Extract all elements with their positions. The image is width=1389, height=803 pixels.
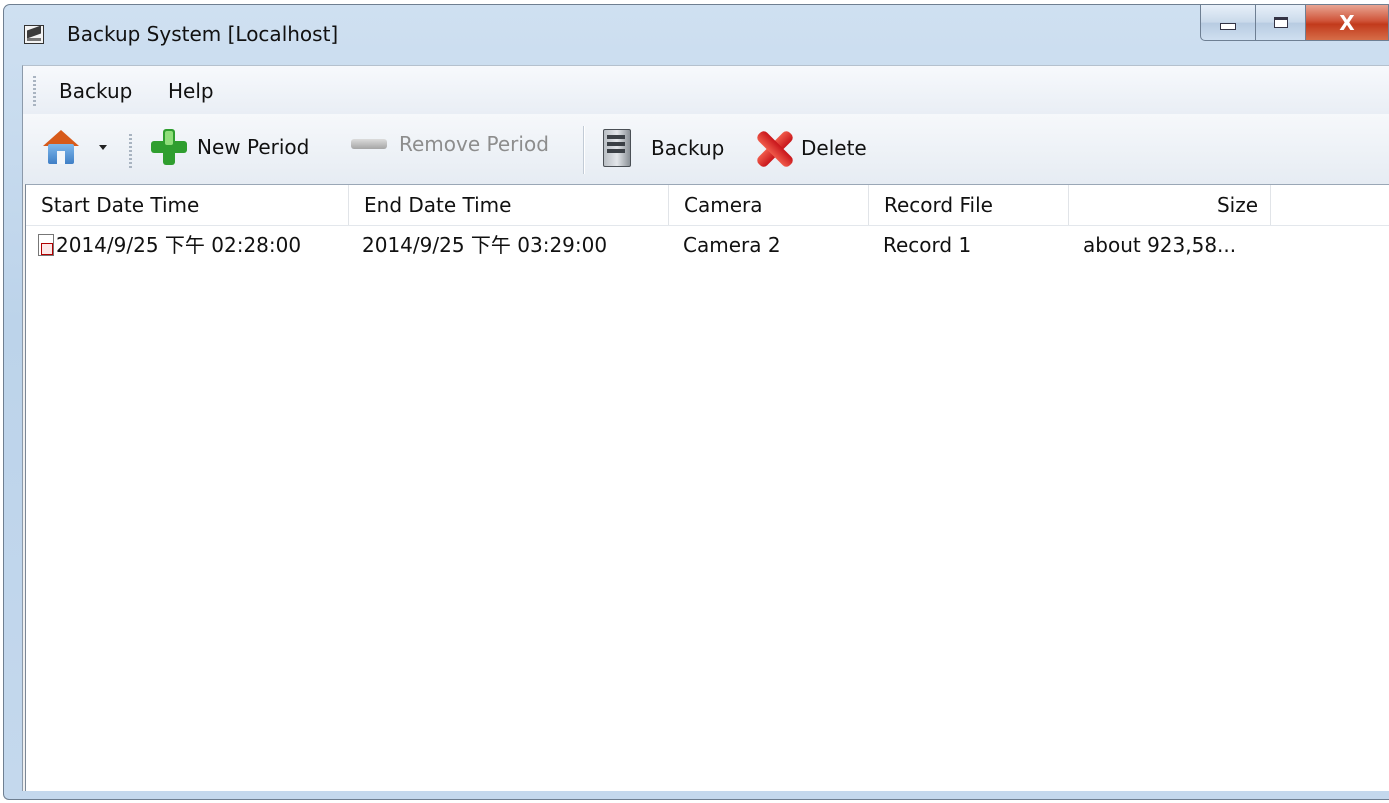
video-camera-icon[interactable] <box>24 25 44 44</box>
house-icon <box>43 130 79 164</box>
backup-period-list[interactable]: Start Date Time End Date Time Camera Rec… <box>25 184 1389 791</box>
client-area: Backup Help New Period Remove Period Bac… <box>22 65 1389 791</box>
maximize-button[interactable] <box>1256 5 1306 41</box>
new-period-button[interactable]: New Period <box>149 129 309 165</box>
chevron-down-icon <box>99 144 107 150</box>
title-bar[interactable]: Backup System [Localhost] X <box>4 5 1389 65</box>
column-header-record-file[interactable]: Record File <box>869 185 1069 225</box>
window-title: Backup System [Localhost] <box>67 22 339 46</box>
cell-camera: Camera 2 <box>683 233 781 257</box>
home-dropdown-button[interactable] <box>43 130 107 164</box>
cell-end-date-time: 2014/9/25 下午 03:29:00 <box>362 233 608 257</box>
caption-buttons: X <box>1200 5 1389 43</box>
column-header-size[interactable]: Size <box>1069 185 1271 225</box>
remove-period-label: Remove Period <box>399 132 549 156</box>
close-button[interactable]: X <box>1306 5 1389 41</box>
list-header: Start Date Time End Date Time Camera Rec… <box>26 185 1389 226</box>
menu-bar: Backup Help <box>23 66 1389 114</box>
column-header-end-date-time[interactable]: End Date Time <box>349 185 669 225</box>
record-file-icon <box>38 234 54 256</box>
backup-label: Backup <box>651 136 725 160</box>
plus-icon <box>149 129 189 165</box>
red-x-icon <box>751 129 795 169</box>
column-header-camera[interactable]: Camera <box>669 185 869 225</box>
cell-start-date-time: 2014/9/25 下午 02:28:00 <box>56 233 302 257</box>
delete-button[interactable]: Delete <box>751 129 867 169</box>
close-icon: X <box>1339 10 1355 35</box>
minus-icon <box>351 139 387 149</box>
remove-period-button[interactable]: Remove Period <box>351 132 549 156</box>
menu-grip[interactable] <box>33 76 36 106</box>
maximize-icon <box>1273 17 1288 28</box>
cell-size: about 923,58... <box>1083 233 1237 257</box>
app-window: Backup System [Localhost] X Backup Help <box>3 4 1389 800</box>
minimize-button[interactable] <box>1200 5 1256 41</box>
menu-help[interactable]: Help <box>168 79 214 103</box>
menu-backup[interactable]: Backup <box>59 79 132 103</box>
delete-label: Delete <box>801 136 867 160</box>
toolbar: New Period Remove Period Backup Delete <box>23 114 1389 184</box>
minimize-icon <box>1220 23 1236 30</box>
table-row[interactable]: 2014/9/25 下午 02:28:00 2014/9/25 下午 03:29… <box>26 225 1389 265</box>
toolbar-separator <box>583 126 585 174</box>
column-header-start-date-time[interactable]: Start Date Time <box>26 185 349 225</box>
backup-button[interactable]: Backup <box>603 129 724 167</box>
server-icon <box>603 129 631 167</box>
cell-record-file: Record 1 <box>883 233 972 257</box>
toolbar-grip[interactable] <box>129 134 132 170</box>
new-period-label: New Period <box>197 135 310 159</box>
